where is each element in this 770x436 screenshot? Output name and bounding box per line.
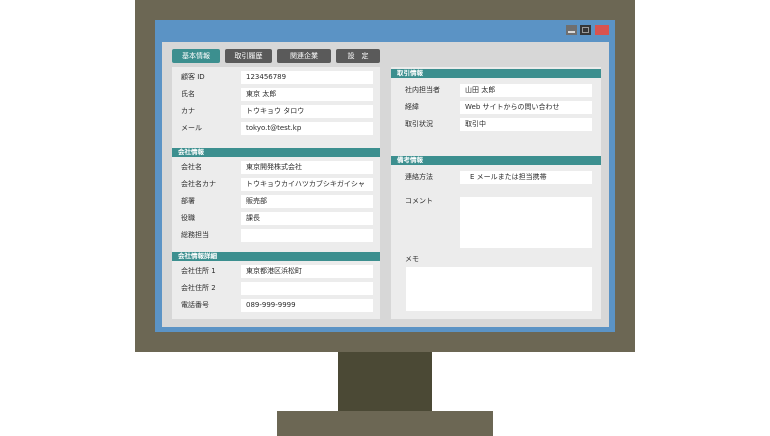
company-kana-field[interactable]: トウキョウカイハツカブシキガイシャ bbox=[241, 178, 373, 191]
staff-field[interactable]: 山田 太郎 bbox=[460, 84, 592, 97]
phone-label: 電話番号 bbox=[181, 301, 209, 309]
tab-settings[interactable]: 設 定 bbox=[336, 49, 380, 63]
company-kana-label: 会社名カナ bbox=[181, 180, 216, 188]
contact-method-label: 連絡方法 bbox=[405, 173, 433, 181]
kana-field[interactable]: トウキョウ タロウ bbox=[241, 105, 373, 118]
close-icon[interactable] bbox=[595, 25, 609, 35]
position-label: 役職 bbox=[181, 214, 195, 222]
left-panel: 顧客 ID 123456789 氏名 東京 太郎 カナ トウキョウ タロウ メー… bbox=[172, 67, 380, 319]
customer-form: 基本情報 取引履歴 関連企業 設 定 顧客 ID 123456789 氏名 東京… bbox=[162, 42, 609, 327]
transaction-info-header: 取引情報 bbox=[391, 69, 601, 78]
maximize-icon[interactable] bbox=[580, 25, 591, 35]
memo-label: メモ bbox=[405, 255, 419, 263]
history-label: 経緯 bbox=[405, 103, 419, 111]
company-info-header: 会社情報 bbox=[172, 148, 380, 157]
monitor-stand-neck bbox=[338, 352, 432, 412]
address2-field[interactable] bbox=[241, 282, 373, 295]
monitor-stand-base bbox=[277, 411, 493, 436]
general-affairs-label: 総務担当 bbox=[181, 231, 209, 239]
email-field[interactable]: tokyo.t@test.kp bbox=[241, 122, 373, 135]
comment-label: コメント bbox=[405, 197, 433, 205]
history-field[interactable]: Web サイトからの問い合わせ bbox=[460, 101, 592, 114]
tab-related-companies[interactable]: 関連企業 bbox=[277, 49, 331, 63]
staff-label: 社内担当者 bbox=[405, 86, 440, 94]
customer-id-label: 顧客 ID bbox=[181, 73, 205, 81]
company-detail-header: 会社情報詳細 bbox=[172, 252, 380, 261]
name-field[interactable]: 東京 太郎 bbox=[241, 88, 373, 101]
contact-method-field[interactable]: E メールまたは担当携帯 bbox=[460, 171, 592, 184]
kana-label: カナ bbox=[181, 107, 195, 115]
status-label: 取引状況 bbox=[405, 120, 433, 128]
notes-header: 備考情報 bbox=[391, 156, 601, 165]
general-affairs-field[interactable] bbox=[241, 229, 373, 242]
position-field[interactable]: 課長 bbox=[241, 212, 373, 225]
name-label: 氏名 bbox=[181, 90, 195, 98]
customer-id-field[interactable]: 123456789 bbox=[241, 71, 373, 84]
tab-basic-info[interactable]: 基本情報 bbox=[172, 49, 220, 63]
company-name-label: 会社名 bbox=[181, 163, 202, 171]
status-field[interactable]: 取引中 bbox=[460, 118, 592, 131]
minimize-icon[interactable] bbox=[566, 25, 577, 35]
right-panel: 取引情報 社内担当者 山田 太郎 経緯 Web サイトからの問い合わせ 取引状況… bbox=[391, 67, 601, 319]
company-name-field[interactable]: 東京開発株式会社 bbox=[241, 161, 373, 174]
department-field[interactable]: 販売部 bbox=[241, 195, 373, 208]
comment-textarea[interactable] bbox=[460, 197, 592, 248]
address2-label: 会社住所 2 bbox=[181, 284, 216, 292]
department-label: 部署 bbox=[181, 197, 195, 205]
phone-field[interactable]: 089-999-9999 bbox=[241, 299, 373, 312]
email-label: メール bbox=[181, 124, 202, 132]
application-window: 基本情報 取引履歴 関連企業 設 定 顧客 ID 123456789 氏名 東京… bbox=[155, 20, 615, 332]
address1-field[interactable]: 東京都港区浜松町 bbox=[241, 265, 373, 278]
memo-textarea[interactable] bbox=[406, 267, 592, 311]
tab-transaction-history[interactable]: 取引履歴 bbox=[225, 49, 272, 63]
address1-label: 会社住所 1 bbox=[181, 267, 216, 275]
